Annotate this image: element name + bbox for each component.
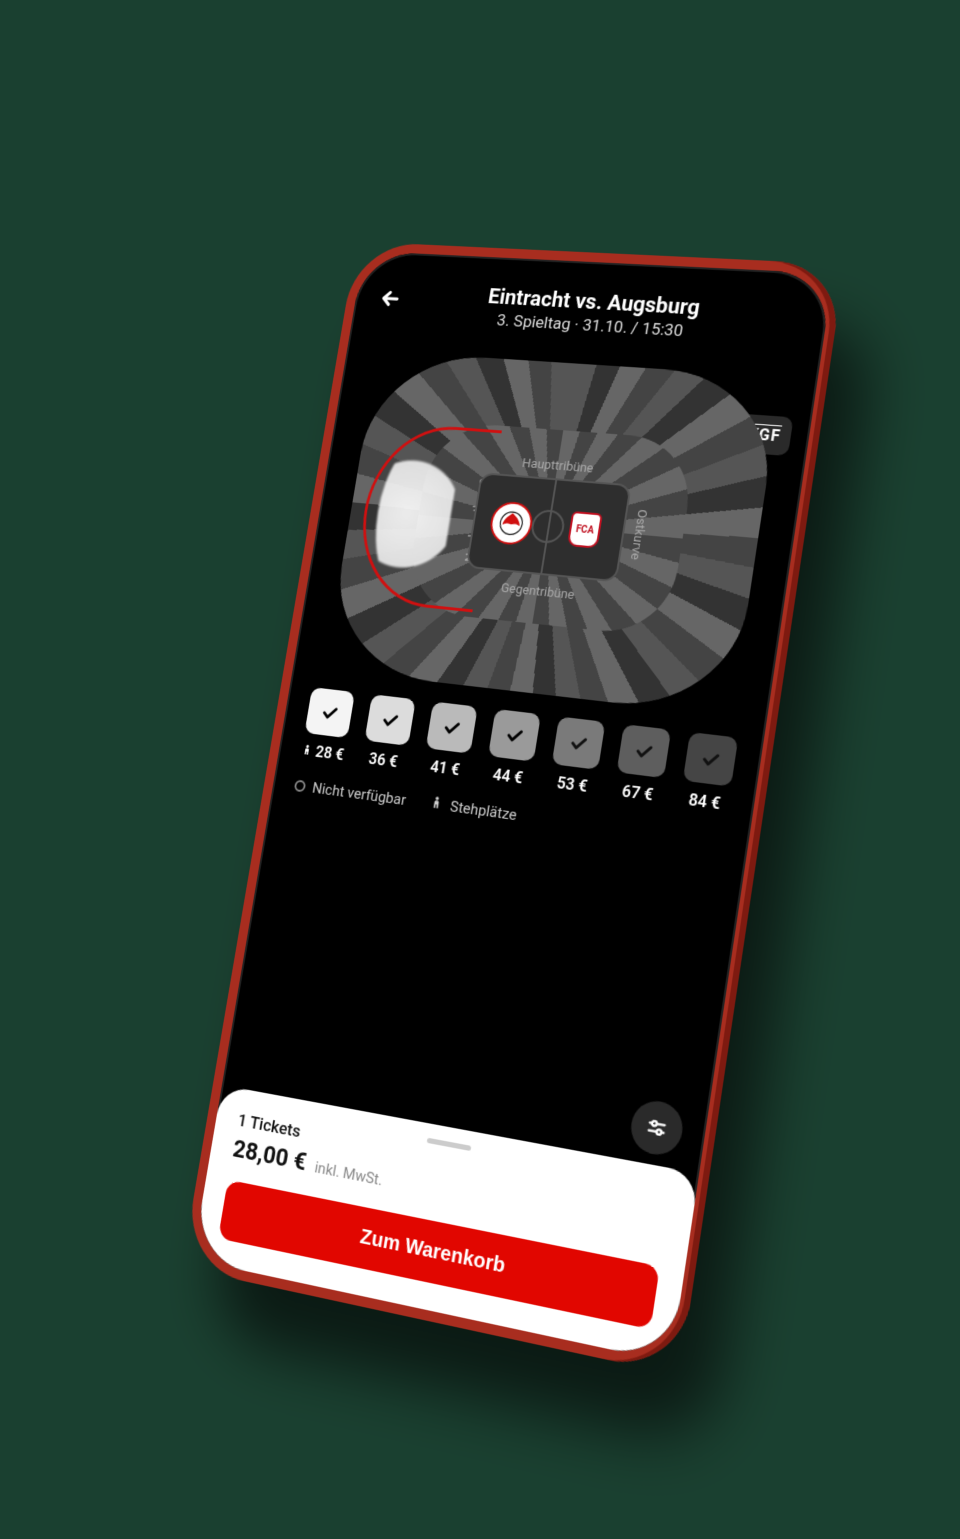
stadium-section: VGF Haupttribüne Gegentribüne Nordwestku…: [292, 330, 821, 730]
price-tier: 28 €: [296, 686, 359, 764]
check-icon: [699, 747, 722, 770]
check-icon: [319, 701, 340, 722]
legend-standing: Stehplätze: [428, 793, 518, 823]
price-value: 84 €: [687, 789, 722, 812]
price-tier: 53 €: [543, 715, 610, 797]
price-tier-label: 84 €: [687, 789, 722, 812]
price-tier-label: 67 €: [621, 781, 655, 804]
away-team-crest: FCA: [567, 511, 603, 549]
price-value: 67 €: [621, 781, 655, 804]
check-icon: [441, 716, 463, 738]
check-icon: [379, 709, 400, 731]
arrow-left-icon: [377, 285, 404, 310]
price-value: 36 €: [367, 749, 399, 771]
price-tier: 41 €: [417, 700, 482, 780]
check-icon: [503, 724, 525, 746]
circle-outline-icon: [294, 779, 307, 792]
home-team-logo: [487, 500, 535, 546]
price-tier-checkbox[interactable]: [364, 694, 415, 746]
price-tier-label: 28 €: [300, 740, 345, 764]
eagle-icon: [496, 508, 526, 537]
price-tier-checkbox[interactable]: [552, 716, 606, 769]
price-value: 44 €: [492, 764, 525, 787]
price-tier-label: 36 €: [367, 749, 399, 771]
check-icon: [567, 731, 589, 753]
person-icon: [300, 740, 314, 760]
legend-unavailable-label: Nicht verfügbar: [311, 778, 407, 808]
phone-device-frame: Eintracht vs. Augsburg 3. Spieltag · 31.…: [182, 241, 845, 1375]
price-value: 28 €: [314, 742, 345, 764]
app-screen: Eintracht vs. Augsburg 3. Spieltag · 31.…: [192, 250, 833, 1361]
price-tier: 36 €: [356, 693, 420, 772]
person-icon: [428, 793, 444, 813]
price-tier-checkbox[interactable]: [617, 724, 672, 778]
price-tier-checkbox[interactable]: [304, 687, 355, 738]
price-tier-checkbox[interactable]: [488, 708, 541, 761]
price-tier-checkbox[interactable]: [425, 701, 477, 753]
away-team-logo: FCA: [561, 506, 610, 553]
back-button[interactable]: [370, 280, 411, 323]
price-tier: 84 €: [674, 731, 743, 814]
pitch: FCA: [465, 472, 631, 582]
price-value: 53 €: [555, 772, 588, 795]
price-tier-label: 53 €: [555, 772, 588, 795]
price-tier: 67 €: [608, 723, 676, 805]
legend-standing-label: Stehplätze: [449, 796, 518, 823]
bottom-sheet: 1 Tickets 28,00 € inkl. MwSt. Zum Warenk…: [192, 1084, 699, 1361]
price-tier-label: 44 €: [492, 764, 525, 787]
price-value: 41 €: [429, 756, 461, 778]
stadium-map[interactable]: Haupttribüne Gegentribüne Nordwestkurve …: [324, 350, 782, 715]
filter-button[interactable]: [628, 1097, 687, 1159]
sliders-icon: [644, 1114, 670, 1141]
check-icon: [633, 739, 656, 762]
vat-label: inkl. MwSt.: [313, 1158, 384, 1189]
legend-unavailable: Nicht verfügbar: [293, 776, 407, 808]
price-tier-checkbox[interactable]: [683, 732, 739, 787]
price-tier: 44 €: [479, 708, 545, 789]
price-tier-label: 41 €: [429, 756, 461, 778]
